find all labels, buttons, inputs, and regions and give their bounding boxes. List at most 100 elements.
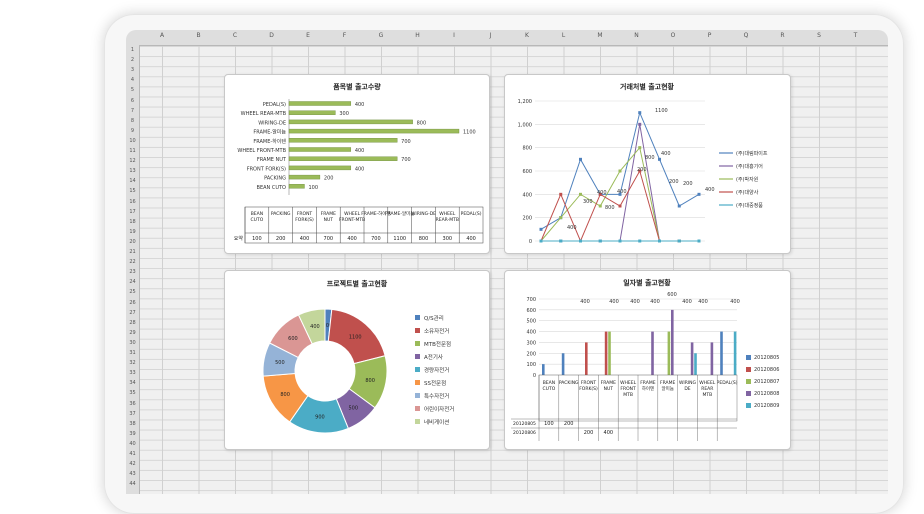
row-header-23[interactable]: 23 <box>126 269 139 275</box>
data-label: 400 <box>609 299 619 305</box>
row-header-44[interactable]: 44 <box>126 481 139 487</box>
row-header-3[interactable]: 3 <box>126 67 139 73</box>
row-header-33[interactable]: 33 <box>126 370 139 376</box>
bar <box>585 342 588 375</box>
category-label: PEDAL(S) <box>263 102 286 108</box>
series-marker <box>579 239 582 243</box>
column-header-q[interactable]: Q <box>728 32 764 39</box>
legend-label: 특수자전거 <box>424 392 449 400</box>
row-header-38[interactable]: 38 <box>126 421 139 427</box>
column-header-p[interactable]: P <box>692 32 728 39</box>
table-header: FRAME-알미늄 <box>385 210 414 217</box>
column-header-h[interactable]: H <box>400 32 436 39</box>
row-header-6[interactable]: 6 <box>126 98 139 104</box>
column-header-j[interactable]: J <box>473 32 509 39</box>
legend-label: 20120805 <box>754 355 779 361</box>
data-label: 400 <box>580 299 590 305</box>
column-header-g[interactable]: G <box>363 32 399 39</box>
column-header-u[interactable]: U <box>874 32 888 39</box>
row-header-32[interactable]: 32 <box>126 360 139 366</box>
column-header-o[interactable]: O <box>655 32 691 39</box>
row-header-25[interactable]: 25 <box>126 289 139 295</box>
row-header-35[interactable]: 35 <box>126 390 139 396</box>
column-header-f[interactable]: F <box>327 32 363 39</box>
chart-title: 일자별 출고현황 <box>623 278 671 287</box>
table-value: 700 <box>324 236 334 242</box>
legend-swatch <box>415 328 420 333</box>
row-header-41[interactable]: 41 <box>126 451 139 457</box>
row-header-1[interactable]: 1 <box>126 47 139 53</box>
series-marker <box>658 157 661 161</box>
row-header-34[interactable]: 34 <box>126 380 139 386</box>
legend-swatch <box>415 419 420 424</box>
row-header-31[interactable]: 31 <box>126 350 139 356</box>
row-header-39[interactable]: 39 <box>126 431 139 437</box>
column-header-c[interactable]: C <box>217 32 253 39</box>
slice-label: 1100 <box>349 334 362 340</box>
row-header-10[interactable]: 10 <box>126 138 139 144</box>
row-header-14[interactable]: 14 <box>126 178 139 184</box>
bar <box>651 331 654 375</box>
row-header-36[interactable]: 36 <box>126 401 139 407</box>
chart-project-shipments[interactable]: 프로젝트별 출고현황 100 Q/S관리 1100 소유자전거 800 MTB전문점 500 A… <box>224 270 490 450</box>
table-value: 100 <box>544 421 554 427</box>
row-header-19[interactable]: 19 <box>126 229 139 235</box>
row-header-7[interactable]: 7 <box>126 108 139 114</box>
row-header-15[interactable]: 15 <box>126 188 139 194</box>
column-header-l[interactable]: L <box>546 32 582 39</box>
row-header-5[interactable]: 5 <box>126 87 139 93</box>
series-marker <box>559 239 563 243</box>
bar <box>288 119 413 125</box>
category-label: CUTO <box>543 386 556 392</box>
y-tick-label: 1,200 <box>518 99 532 105</box>
chart-vendor-shipments[interactable]: 거래처별 출고현황 0 200 400 600 800 1,000 1,200 (주)대림파이프… <box>504 74 791 254</box>
row-header-22[interactable]: 22 <box>126 259 139 265</box>
bar <box>694 353 697 375</box>
column-header-k[interactable]: K <box>509 32 545 39</box>
column-header-b[interactable]: B <box>181 32 217 39</box>
row-header-16[interactable]: 16 <box>126 199 139 205</box>
series-marker <box>618 239 622 243</box>
row-header-4[interactable]: 4 <box>126 77 139 83</box>
bar <box>733 331 737 375</box>
column-header-n[interactable]: N <box>619 32 655 39</box>
row-header-30[interactable]: 30 <box>126 340 139 346</box>
row-header-2[interactable]: 2 <box>126 57 139 63</box>
slice-label: 400 <box>310 324 320 330</box>
column-header-m[interactable]: M <box>582 32 618 39</box>
row-header-8[interactable]: 8 <box>126 118 139 124</box>
legend-swatch <box>415 393 420 398</box>
column-header-r[interactable]: R <box>765 32 801 39</box>
row-header-29[interactable]: 29 <box>126 330 139 336</box>
column-header-a[interactable]: A <box>144 32 180 39</box>
row-header-27[interactable]: 27 <box>126 310 139 316</box>
column-header-e[interactable]: E <box>290 32 326 39</box>
row-header-24[interactable]: 24 <box>126 279 139 285</box>
data-label: 200 <box>669 179 679 185</box>
row-header-9[interactable]: 9 <box>126 128 139 134</box>
row-header-11[interactable]: 11 <box>126 148 139 154</box>
row-header-26[interactable]: 26 <box>126 300 139 306</box>
row-header-43[interactable]: 43 <box>126 471 139 477</box>
column-header-i[interactable]: I <box>436 32 472 39</box>
row-header-37[interactable]: 37 <box>126 411 139 417</box>
column-header-t[interactable]: T <box>838 32 874 39</box>
column-header-s[interactable]: S <box>801 32 837 39</box>
row-header-18[interactable]: 18 <box>126 219 139 225</box>
chart-item-quantity[interactable]: 품목별 출고수량 PEDAL(S) 400 WHEEL REAR-MTB 300 WIRI… <box>224 74 490 254</box>
row-header-13[interactable]: 13 <box>126 168 139 174</box>
series-marker <box>618 169 622 173</box>
category-label: WIRING <box>679 380 697 386</box>
row-header-21[interactable]: 21 <box>126 249 139 255</box>
column-header-d[interactable]: D <box>254 32 290 39</box>
category-label: FORK(S) <box>579 386 598 392</box>
row-header-12[interactable]: 12 <box>126 158 139 164</box>
row-header-28[interactable]: 28 <box>126 320 139 326</box>
row-header-40[interactable]: 40 <box>126 441 139 447</box>
row-header-17[interactable]: 17 <box>126 209 139 215</box>
chart-daily-shipments[interactable]: 일자별 출고현황 0 100 200 300 400 500 600 700 BEAN CUTO PA… <box>504 270 791 450</box>
category-label: PEDAL(S) <box>717 380 738 386</box>
y-tick-label: 400 <box>522 192 532 198</box>
row-header-42[interactable]: 42 <box>126 461 139 467</box>
row-header-20[interactable]: 20 <box>126 239 139 245</box>
